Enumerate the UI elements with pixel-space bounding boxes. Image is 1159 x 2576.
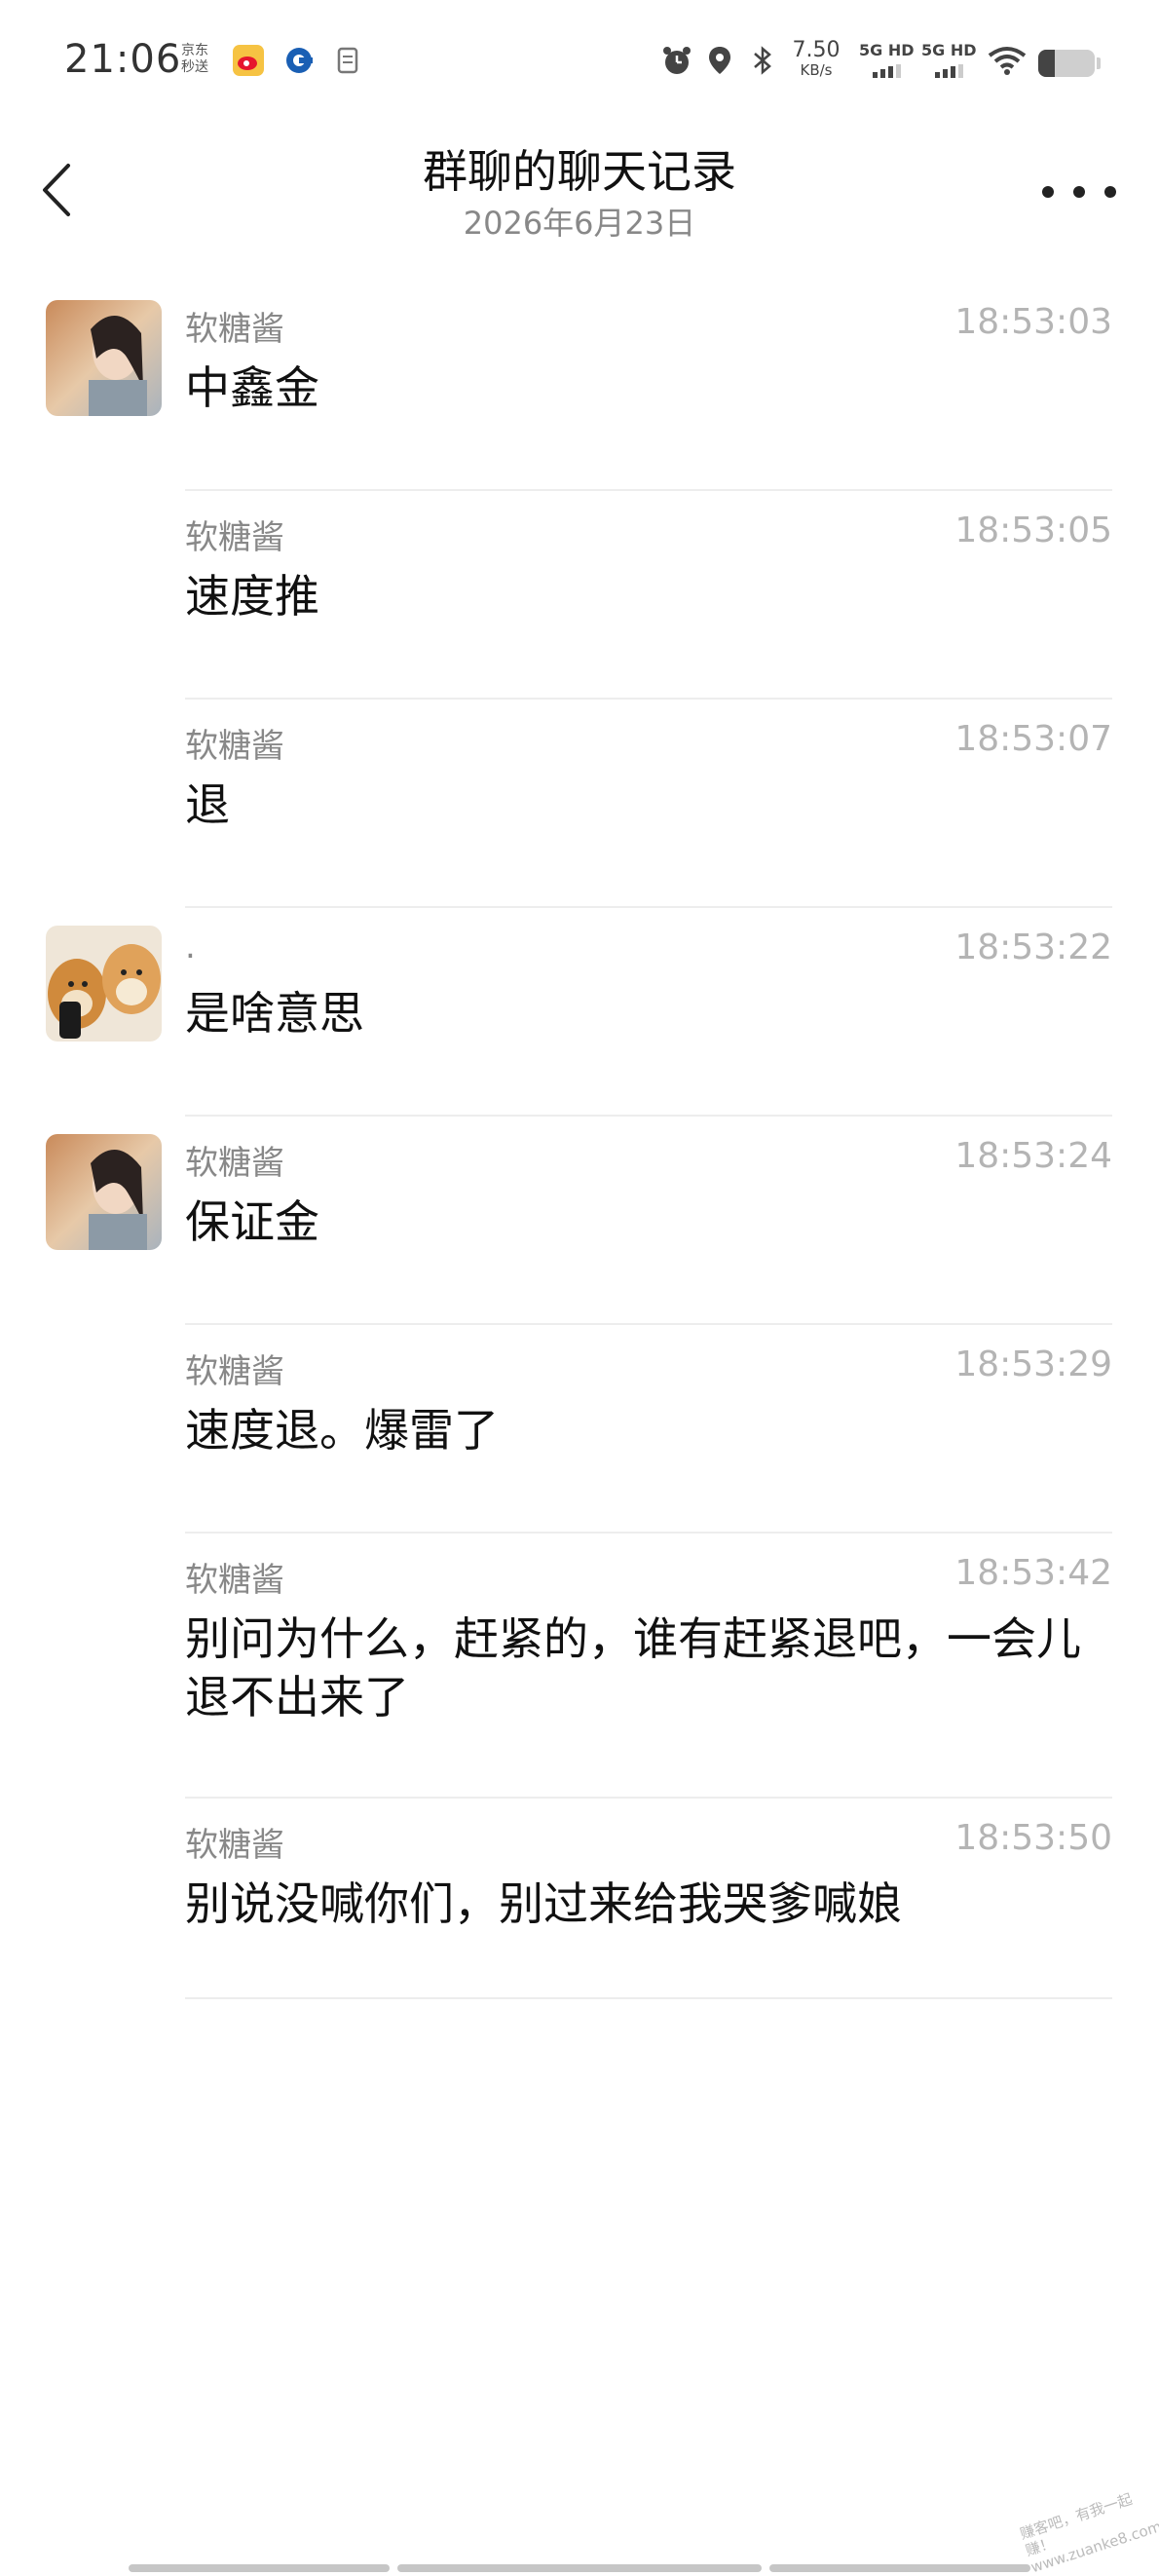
divider <box>185 1997 1112 1999</box>
message-time: 18:53:24 <box>954 1136 1112 1176</box>
avatar[interactable] <box>46 300 162 416</box>
sender-name: 软糖酱 <box>185 310 284 349</box>
message-time: 18:53:42 <box>954 1553 1112 1593</box>
delivery-label: 秒送 <box>181 59 208 75</box>
sim2-signal-icon <box>935 64 963 78</box>
message-list[interactable]: 软糖酱 18:53:03 中鑫金 软糖酱 18:53:05 速度推 软糖酱 18… <box>0 283 1159 1999</box>
sim1-label: 5G HD <box>859 41 915 59</box>
sender-name: 软糖酱 <box>185 727 284 766</box>
message-time: 18:53:50 <box>954 1818 1112 1858</box>
message-item[interactable]: 软糖酱 18:53:05 速度推 <box>0 491 1159 700</box>
app-icon <box>282 44 316 77</box>
message-text: 速度退。爆雷了 <box>185 1404 499 1457</box>
status-time: 21:06 <box>64 37 182 82</box>
jd-label: 京东 <box>181 43 208 58</box>
sender-name: 软糖酱 <box>185 1826 284 1865</box>
bluetooth-icon <box>746 44 779 77</box>
network-speed: 7.50 KB/s <box>792 38 841 80</box>
message-item[interactable]: 软糖酱 18:53:50 别说没喊你们，别过来给我哭爹喊娘 <box>0 1799 1159 1999</box>
message-item[interactable]: 软糖酱 18:53:42 别问为什么，赶紧的，谁有赶紧退吧，一会儿退不出来了 <box>0 1534 1159 1799</box>
document-icon <box>331 44 364 77</box>
status-bar: 21:06 京东 秒送 7.50 KB/s 5G HD 5G HD <box>0 0 1159 127</box>
jd-delivery-indicator: 京东 秒送 <box>181 43 220 76</box>
message-time: 18:53:07 <box>954 719 1112 759</box>
battery-level <box>1038 50 1056 77</box>
message-text: 别问为什么，赶紧的，谁有赶紧退吧，一会儿退不出来了 <box>185 1612 1081 1724</box>
message-text: 保证金 <box>185 1195 319 1248</box>
message-text: 别说没喊你们，别过来给我哭爹喊娘 <box>185 1877 902 1930</box>
sender-name: 软糖酱 <box>185 518 284 557</box>
sender-name: 软糖酱 <box>185 1352 284 1391</box>
avatar[interactable] <box>46 1134 162 1250</box>
page-title: 群聊的聊天记录 <box>423 145 736 198</box>
nav-bar-segment <box>769 2564 1030 2572</box>
message-item[interactable]: 软糖酱 18:53:03 中鑫金 <box>0 283 1159 491</box>
message-item[interactable]: 软糖酱 18:53:29 速度退。爆雷了 <box>0 1325 1159 1534</box>
message-time: 18:53:03 <box>954 302 1112 342</box>
message-time: 18:53:22 <box>954 928 1112 967</box>
sim1-signal-icon <box>873 64 901 78</box>
page-subtitle-date: 2026年6月23日 <box>463 205 696 242</box>
sender-name: . <box>185 928 196 966</box>
avatar[interactable] <box>46 926 162 1042</box>
sender-name: 软糖酱 <box>185 1144 284 1183</box>
message-text: 是啥意思 <box>185 987 364 1040</box>
message-item[interactable]: . 18:53:22 是啥意思 <box>0 908 1159 1117</box>
battery-cap <box>1097 57 1101 69</box>
more-dot-icon <box>1104 186 1116 198</box>
sim2-label: 5G HD <box>921 41 977 59</box>
message-time: 18:53:05 <box>954 511 1112 550</box>
more-options-button[interactable] <box>1042 177 1116 207</box>
message-text: 速度推 <box>185 570 319 623</box>
watermark: 赚客吧，有我一起赚！ www.zuanke8.com <box>1018 2489 1159 2576</box>
nav-bar-segment <box>397 2564 762 2572</box>
message-text: 中鑫金 <box>185 361 319 414</box>
nav-bar-segment <box>129 2564 390 2572</box>
sender-name: 软糖酱 <box>185 1561 284 1600</box>
message-item[interactable]: 软糖酱 18:53:24 保证金 <box>0 1117 1159 1325</box>
battery-icon <box>1038 50 1095 77</box>
header: 群聊的聊天记录 2026年6月23日 <box>0 127 1159 253</box>
weibo-icon <box>232 44 265 77</box>
message-item[interactable]: 软糖酱 18:53:07 退 <box>0 700 1159 908</box>
location-icon <box>703 44 736 77</box>
alarm-icon <box>660 44 693 77</box>
message-time: 18:53:29 <box>954 1345 1112 1384</box>
more-dot-icon <box>1073 186 1085 198</box>
more-dot-icon <box>1042 186 1054 198</box>
message-text: 退 <box>185 778 230 831</box>
wifi-icon <box>988 44 1027 77</box>
